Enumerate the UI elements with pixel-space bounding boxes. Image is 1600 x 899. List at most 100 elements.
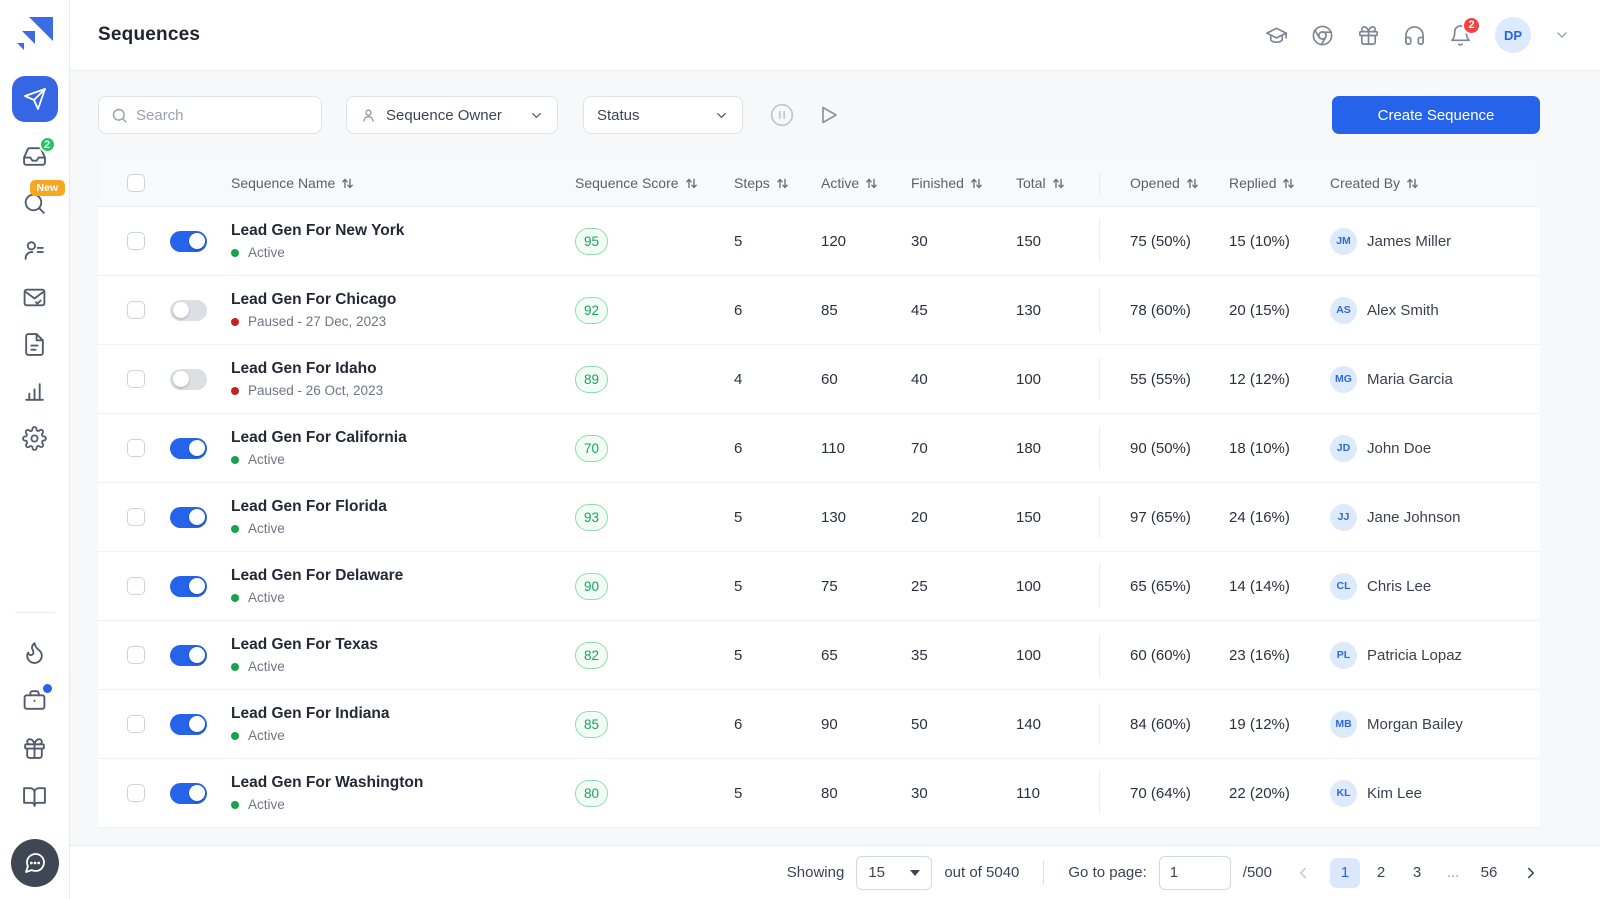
total-value: 100 (1016, 578, 1099, 595)
page-number[interactable]: 56 (1474, 858, 1504, 888)
steps-value: 5 (734, 509, 821, 526)
row-checkbox[interactable] (127, 784, 145, 802)
table-row[interactable]: Lead Gen For Indiana Active 85 6 90 50 1… (98, 690, 1540, 759)
table-row[interactable]: Lead Gen For Chicago Paused - 27 Dec, 20… (98, 276, 1540, 345)
sequence-name[interactable]: Lead Gen For New York (231, 222, 404, 240)
sidebar-item-briefcase[interactable] (12, 687, 58, 713)
sidebar-item-email-health[interactable] (12, 284, 58, 310)
sequence-status: Active (231, 452, 285, 467)
sort-icon (341, 177, 354, 190)
sequence-name[interactable]: Lead Gen For Delaware (231, 567, 403, 585)
sidebar-item-gift[interactable] (12, 735, 58, 761)
sequence-name[interactable]: Lead Gen For Chicago (231, 291, 396, 309)
user-avatar[interactable]: DP (1495, 17, 1531, 53)
row-checkbox[interactable] (127, 439, 145, 457)
header-replied[interactable]: Replied (1229, 175, 1330, 191)
support-button[interactable] (1403, 24, 1426, 47)
row-toggle[interactable] (170, 714, 207, 735)
status-dropdown[interactable]: Status (583, 96, 743, 134)
finished-value: 45 (911, 302, 1016, 319)
sidebar-item-contacts[interactable] (12, 237, 58, 263)
table-row[interactable]: Lead Gen For California Active 70 6 110 … (98, 414, 1540, 483)
page-number[interactable]: 1 (1330, 858, 1360, 888)
sidebar-item-flame[interactable] (12, 639, 58, 665)
extension-button[interactable] (1311, 24, 1334, 47)
header-active[interactable]: Active (821, 175, 911, 191)
row-checkbox[interactable] (127, 577, 145, 595)
replied-value: 23 (16%) (1229, 647, 1330, 664)
row-toggle[interactable] (170, 645, 207, 666)
active-value: 110 (821, 440, 911, 457)
sidebar-item-search[interactable]: New (12, 190, 58, 216)
finished-value: 35 (911, 647, 1016, 664)
academy-button[interactable] (1265, 24, 1288, 47)
row-toggle[interactable] (170, 576, 207, 597)
header-steps[interactable]: Steps (734, 175, 821, 191)
account-menu-button[interactable] (1554, 27, 1570, 43)
table-row[interactable]: Lead Gen For Florida Active 93 5 130 20 … (98, 483, 1540, 552)
top-bar: Sequences 2 DP (70, 0, 1600, 71)
sequence-name[interactable]: Lead Gen For Washington (231, 774, 423, 792)
table-row[interactable]: Lead Gen For Idaho Paused - 26 Oct, 2023… (98, 345, 1540, 414)
create-sequence-button[interactable]: Create Sequence (1332, 96, 1540, 134)
row-checkbox[interactable] (127, 232, 145, 250)
header-sequence-name[interactable]: Sequence Name (231, 175, 575, 191)
sidebar-item-settings[interactable] (12, 425, 58, 451)
row-checkbox[interactable] (127, 715, 145, 733)
sidebar-item-book[interactable] (12, 783, 58, 809)
table-row[interactable]: Lead Gen For New York Active 95 5 120 30… (98, 207, 1540, 276)
row-toggle[interactable] (170, 783, 207, 804)
sequence-name[interactable]: Lead Gen For Florida (231, 498, 387, 516)
header-finished[interactable]: Finished (911, 175, 1016, 191)
table-row[interactable]: Lead Gen For Texas Active 82 5 65 35 100… (98, 621, 1540, 690)
sidebar-item-sequences[interactable] (12, 76, 58, 122)
app-logo[interactable] (11, 10, 59, 58)
table-row[interactable]: Lead Gen For Washington Active 80 5 80 3… (98, 759, 1540, 828)
sidebar-item-analytics[interactable] (12, 378, 58, 404)
support-chat-button[interactable] (11, 839, 59, 887)
bar-chart-icon (22, 379, 47, 404)
select-all-checkbox[interactable] (127, 174, 145, 192)
row-checkbox[interactable] (127, 646, 145, 664)
active-value: 120 (821, 233, 911, 250)
page-number[interactable]: 2 (1366, 858, 1396, 888)
row-toggle[interactable] (170, 438, 207, 459)
row-toggle[interactable] (170, 507, 207, 528)
next-page-button[interactable] (1522, 864, 1540, 882)
row-checkbox[interactable] (127, 301, 145, 319)
sidebar-item-templates[interactable] (12, 331, 58, 357)
header-sequence-score[interactable]: Sequence Score (575, 175, 734, 191)
bulk-pause-button[interactable] (769, 102, 795, 128)
header-total[interactable]: Total (1016, 175, 1099, 191)
goto-page-input[interactable] (1159, 856, 1231, 890)
sequence-name[interactable]: Lead Gen For Texas (231, 636, 378, 654)
send-icon (23, 87, 47, 111)
sequence-name[interactable]: Lead Gen For California (231, 429, 407, 447)
table-row[interactable]: Lead Gen For Delaware Active 90 5 75 25 … (98, 552, 1540, 621)
sequence-name[interactable]: Lead Gen For Idaho (231, 360, 377, 378)
sort-icon (1186, 177, 1199, 190)
page-number[interactable]: 3 (1402, 858, 1432, 888)
row-toggle[interactable] (170, 369, 207, 390)
search-input[interactable] (136, 107, 309, 124)
rewards-button[interactable] (1357, 24, 1380, 47)
owner-name: Patricia Lopaz (1367, 647, 1462, 664)
goto-label: Go to page: (1068, 864, 1146, 881)
chat-icon (23, 851, 47, 875)
header-created-by[interactable]: Created By (1330, 175, 1540, 191)
header-opened[interactable]: Opened (1100, 175, 1229, 191)
row-checkbox[interactable] (127, 508, 145, 526)
row-toggle[interactable] (170, 231, 207, 252)
bulk-resume-button[interactable] (817, 103, 841, 127)
row-toggle[interactable] (170, 300, 207, 321)
sequence-owner-dropdown[interactable]: Sequence Owner (346, 96, 558, 134)
sidebar-item-inbox[interactable]: 2 (12, 143, 58, 169)
sequence-name[interactable]: Lead Gen For Indiana (231, 705, 389, 723)
steps-value: 5 (734, 785, 821, 802)
page-size-select[interactable]: 15 (856, 856, 932, 890)
notifications-button[interactable]: 2 (1449, 24, 1472, 47)
previous-page-button[interactable] (1294, 864, 1312, 882)
sort-icon (776, 177, 789, 190)
status-text: Active (248, 590, 285, 605)
row-checkbox[interactable] (127, 370, 145, 388)
